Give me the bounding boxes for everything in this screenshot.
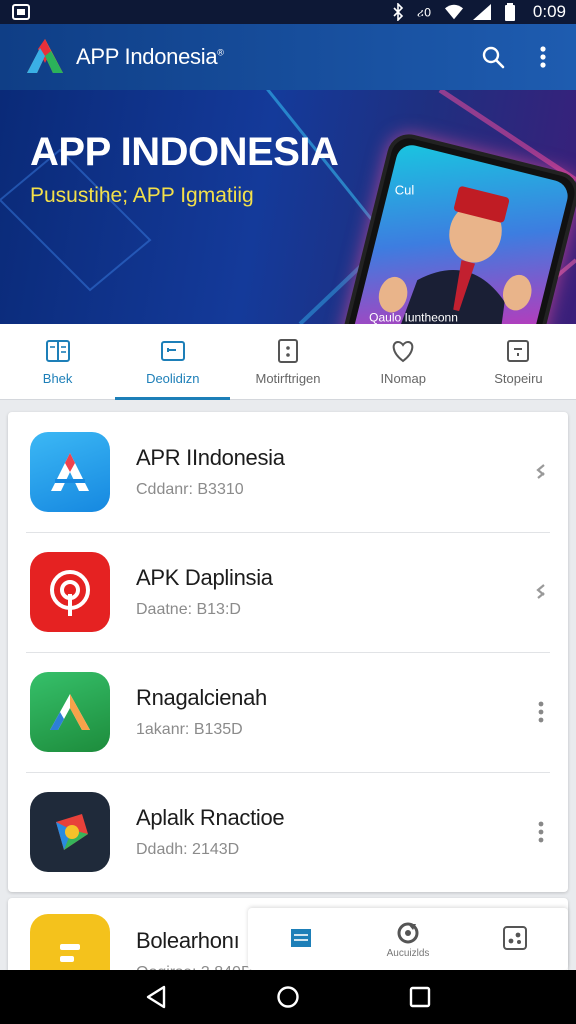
notification-icon bbox=[12, 4, 30, 20]
app-meta: Daatne: B13:D bbox=[136, 601, 241, 618]
phone-bottom-text: Qaulo Iuntheonn bbox=[369, 310, 458, 324]
app-name: Aplalk Rnactioe bbox=[136, 805, 285, 830]
nav-label: Aucuizlds bbox=[386, 947, 430, 959]
tab-label: Deolidizn bbox=[146, 371, 200, 386]
book-icon bbox=[45, 340, 70, 362]
banner-subtitle: Pusustihe; APP Igmatiig bbox=[30, 184, 254, 207]
tab-deolidizn[interactable]: Deolidizn bbox=[115, 324, 231, 400]
search-icon[interactable] bbox=[478, 42, 508, 72]
list-item[interactable]: APR IIndonesia Cddanr: B3310 bbox=[8, 412, 568, 532]
status-bar: ሪ0 0:09 bbox=[0, 0, 576, 24]
wifi-icon bbox=[444, 4, 463, 20]
bottom-navigation: Aucuizlds bbox=[248, 908, 568, 970]
more-vert-icon[interactable] bbox=[526, 812, 556, 852]
chevron-up-logo-icon bbox=[30, 672, 110, 752]
list-item[interactable]: Aplalk Rnactioe Ddadh: 2143D bbox=[8, 772, 568, 892]
app-meta: Cddanr: B3310 bbox=[136, 481, 244, 498]
tab-label: Bhek bbox=[42, 371, 73, 386]
chevron-icon[interactable] bbox=[526, 572, 556, 612]
banner-title: APP INDONESIA bbox=[30, 130, 339, 174]
tab-label: Stopeiru bbox=[494, 371, 543, 386]
heart-icon bbox=[392, 340, 414, 363]
list-item[interactable]: Rnagalcienah 1akanr: B135D bbox=[8, 652, 568, 772]
play-shape-icon bbox=[30, 792, 110, 872]
device-icon bbox=[278, 339, 298, 363]
nav-aucuizlds[interactable]: Aucuizlds bbox=[355, 908, 462, 970]
status-time: 0:09 bbox=[532, 2, 566, 21]
list-icon bbox=[291, 929, 312, 947]
app-bar: APP Indonesia® bbox=[0, 24, 576, 90]
app-name: Rnagalcienah bbox=[136, 685, 267, 710]
app-meta: 1akanr: B135D bbox=[136, 721, 243, 738]
promo-banner[interactable]: APP INDONESIA Pusustihe; APP Igmatiig Cu… bbox=[0, 90, 576, 324]
svg-text:ሪ0: ሪ0 bbox=[417, 5, 431, 19]
back-icon[interactable] bbox=[136, 977, 176, 1017]
more-vert-icon[interactable] bbox=[528, 42, 558, 72]
refresh-icon bbox=[397, 922, 419, 943]
person-illustration bbox=[378, 186, 532, 324]
card-icon bbox=[160, 341, 185, 361]
tab-inomap[interactable]: INomap bbox=[346, 324, 461, 399]
tab-stopeiru[interactable]: Stopeiru bbox=[461, 324, 576, 399]
app-list: APR IIndonesia Cddanr: B3310 APK Daplins… bbox=[8, 412, 568, 892]
home-icon[interactable] bbox=[268, 977, 308, 1017]
app-title: APP Indonesia® bbox=[76, 44, 224, 69]
store-a-icon bbox=[30, 432, 110, 512]
recents-icon[interactable] bbox=[400, 977, 440, 1017]
pin-icon bbox=[30, 552, 110, 632]
system-nav-bar bbox=[0, 970, 576, 1024]
tab-bhek[interactable]: Bhek bbox=[0, 324, 115, 399]
tab-active-indicator bbox=[115, 397, 231, 400]
square-icon bbox=[507, 340, 530, 362]
vibrate-icon: ሪ0 bbox=[417, 4, 435, 20]
app-logo-icon bbox=[27, 39, 63, 73]
category-tabs: Bhek Deolidizn Motirftrigen INomap Stope… bbox=[0, 324, 576, 400]
app-name: APK Daplinsia bbox=[136, 565, 273, 590]
app-name: APR IIndonesia bbox=[136, 445, 285, 470]
phone-top-text: Cul bbox=[394, 182, 415, 198]
battery-icon bbox=[501, 3, 519, 21]
bluetooth-icon bbox=[389, 3, 407, 21]
tab-label: Motirftrigen bbox=[255, 371, 321, 386]
list-item[interactable]: APK Daplinsia Daatne: B13:D bbox=[8, 532, 568, 652]
more-vert-icon[interactable] bbox=[526, 692, 556, 732]
signal-icon bbox=[472, 4, 491, 20]
nav-list[interactable] bbox=[248, 908, 355, 970]
tab-label: INomap bbox=[380, 371, 426, 386]
chevron-icon[interactable] bbox=[526, 452, 556, 492]
tab-motirftrigen[interactable]: Motirftrigen bbox=[230, 324, 345, 399]
dice-icon bbox=[502, 926, 527, 950]
app-meta: Ddadh: 2143D bbox=[136, 841, 240, 858]
nav-games[interactable] bbox=[461, 908, 568, 970]
document-icon bbox=[30, 914, 110, 978]
